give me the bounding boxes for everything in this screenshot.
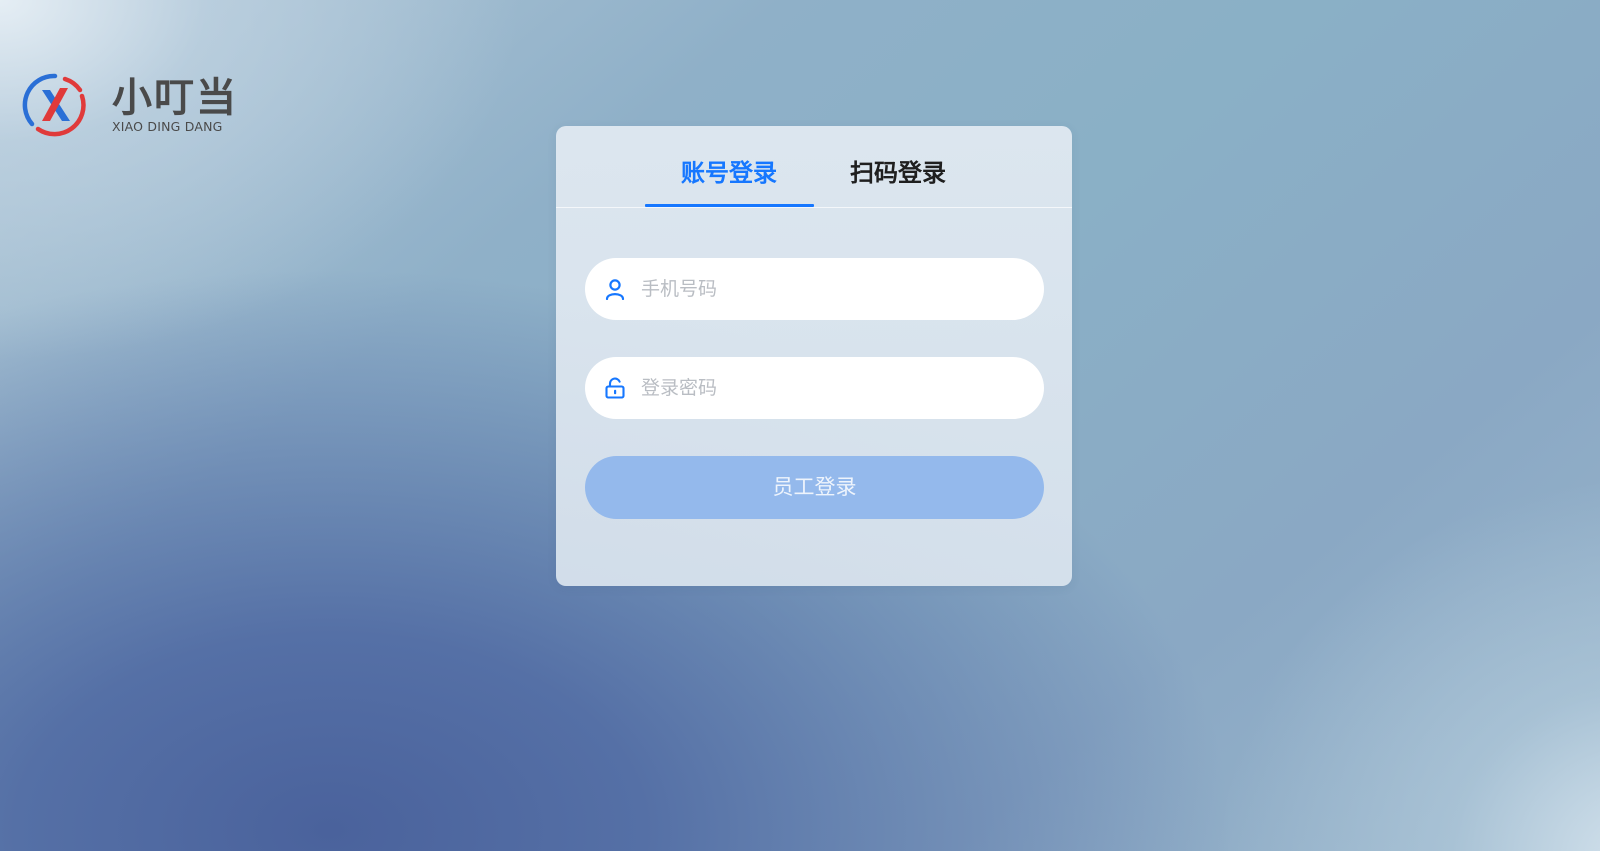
brand-name-cn: 小叮当 [112,75,238,121]
tab-account-login[interactable]: 账号登录 [644,156,814,190]
phone-input[interactable] [639,277,1023,301]
lock-icon [603,376,627,400]
password-field[interactable] [585,357,1044,419]
user-icon [603,277,627,301]
x-circle-logo-icon [22,73,86,137]
login-card: 账号登录 扫码登录 员工登录 [556,126,1072,586]
employee-login-button[interactable]: 员工登录 [585,456,1044,519]
login-tabs: 账号登录 扫码登录 [556,126,1072,208]
brand-logo: 小叮当 XIAO DING DANG [22,72,238,138]
phone-field[interactable] [585,258,1044,320]
brand-name-en: XIAO DING DANG [112,119,223,134]
active-tab-indicator [645,204,814,207]
tab-qr-login[interactable]: 扫码登录 [813,156,983,190]
password-input[interactable] [639,376,1023,400]
